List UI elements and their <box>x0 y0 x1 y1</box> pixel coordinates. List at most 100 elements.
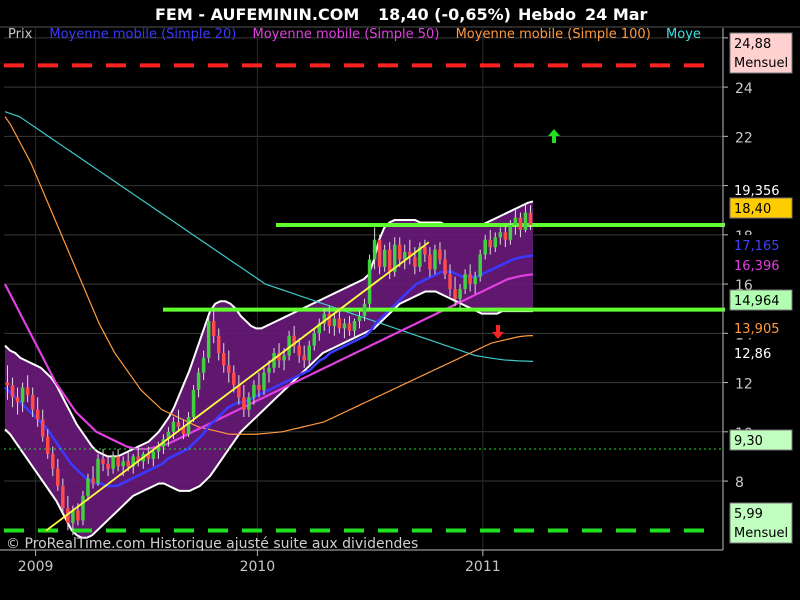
candle-body <box>242 397 246 410</box>
candle-body <box>216 335 221 354</box>
candle-body <box>423 247 427 255</box>
candle-body <box>448 274 452 289</box>
candle-body <box>267 367 271 373</box>
candle-body <box>96 458 100 484</box>
candle-body <box>397 244 402 260</box>
candle-body <box>176 421 181 427</box>
candle-body <box>493 237 498 248</box>
price-label-value: 17,165 <box>734 239 780 254</box>
candle-body <box>35 409 40 420</box>
candle-body <box>342 323 347 329</box>
candle-body <box>76 510 80 521</box>
candle-body <box>221 353 226 366</box>
legend-entry: Prix <box>8 27 33 42</box>
y-tick-label: 8 <box>735 475 744 491</box>
legend-entry: Moye <box>666 27 701 42</box>
candle-body <box>201 357 206 373</box>
candle-body <box>262 372 266 390</box>
header-ticker: FEM - AUFEMININ.COM <box>155 5 359 24</box>
candle-body <box>227 365 231 373</box>
candle-body <box>91 478 95 484</box>
candle-body <box>458 289 462 299</box>
header-date: 24 Mar <box>585 5 648 24</box>
candle-body <box>357 316 362 322</box>
y-tick-label: 22 <box>735 130 753 146</box>
candle-body <box>257 385 261 390</box>
price-label-value: 14,964 <box>734 294 780 309</box>
legend-entry: Moyenne mobile (Simple 20) <box>49 27 236 42</box>
candle-body <box>473 276 477 285</box>
candle-body <box>302 355 306 361</box>
candle-body <box>196 372 201 390</box>
candle-body <box>171 421 176 432</box>
candle-body <box>453 289 457 299</box>
chart-header: FEM - AUFEMININ.COM 18,40 (-0,65%) Hebdo… <box>155 5 648 24</box>
candle-body <box>282 355 286 361</box>
candle-body <box>518 217 523 230</box>
price-label-value: 9,30 <box>734 434 763 449</box>
candle-body <box>61 485 65 509</box>
candle-body <box>372 239 377 260</box>
candle-body <box>106 463 110 469</box>
candle-body <box>508 224 513 240</box>
candle-body <box>101 458 105 464</box>
price-label-sub: Mensuel <box>734 56 788 71</box>
candle-body <box>528 212 533 225</box>
candle-body <box>30 394 35 410</box>
candle-body <box>307 345 311 361</box>
chart-root: FEM - AUFEMININ.COM 18,40 (-0,65%) Hebdo… <box>0 0 800 600</box>
candle-body <box>116 456 120 467</box>
candle-body <box>247 397 251 410</box>
candle-body <box>186 417 191 435</box>
price-label-sub: Mensuel <box>734 526 788 541</box>
legend-entry: Moyenne mobile (Simple 50) <box>253 27 440 42</box>
price-label-value: 5,99 <box>734 507 763 522</box>
candle-body <box>56 468 60 486</box>
candle-body <box>86 478 90 496</box>
price-chart: FEM - AUFEMININ.COM 18,40 (-0,65%) Hebdo… <box>0 0 800 600</box>
x-tick-label: 2011 <box>465 559 501 575</box>
candle-body <box>121 461 125 467</box>
candle-body <box>337 318 342 329</box>
price-label-value: 13,905 <box>734 322 780 337</box>
candle-body <box>488 239 493 248</box>
candle-body <box>51 453 55 469</box>
legend: Prix Moyenne mobile (Simple 20) Moyenne mo… <box>8 27 701 42</box>
candle-body <box>312 333 317 346</box>
candle-body <box>297 345 301 356</box>
candle-body <box>498 232 503 238</box>
candle-body <box>387 249 392 272</box>
y-tick-label: 12 <box>735 377 753 393</box>
legend-entry: Moyenne mobile (Simple 100) <box>456 27 651 42</box>
candle-body <box>463 274 467 289</box>
price-label-value: 16,396 <box>734 259 780 274</box>
candle-body <box>25 387 30 395</box>
candle-body <box>513 217 518 225</box>
candle-body <box>111 456 115 469</box>
candle-body <box>413 256 417 267</box>
candle-body <box>468 274 472 285</box>
price-label-value: 12,86 <box>734 347 771 362</box>
price-label-value: 24,88 <box>734 37 771 52</box>
candle-body <box>478 254 482 277</box>
candle-body <box>10 385 15 398</box>
header-period: Hebdo <box>518 5 576 24</box>
y-tick-label: 24 <box>735 81 753 97</box>
price-label-value: 19,356 <box>734 184 780 199</box>
candle-body <box>211 321 216 336</box>
candle-body <box>151 451 156 459</box>
price-label-value: 18,40 <box>734 202 771 217</box>
candle-body <box>206 321 211 358</box>
candle-body <box>377 239 382 267</box>
candle-body <box>252 385 256 398</box>
x-tick-label: 2010 <box>240 559 276 575</box>
candle-body <box>428 254 432 270</box>
candle-body <box>362 303 367 317</box>
candle-body <box>523 212 528 230</box>
candle-body <box>403 252 407 260</box>
candle-body <box>433 249 437 270</box>
candle-body <box>352 321 357 331</box>
candle-body <box>20 387 25 403</box>
candle-body <box>347 323 352 331</box>
candle-body <box>126 461 130 467</box>
